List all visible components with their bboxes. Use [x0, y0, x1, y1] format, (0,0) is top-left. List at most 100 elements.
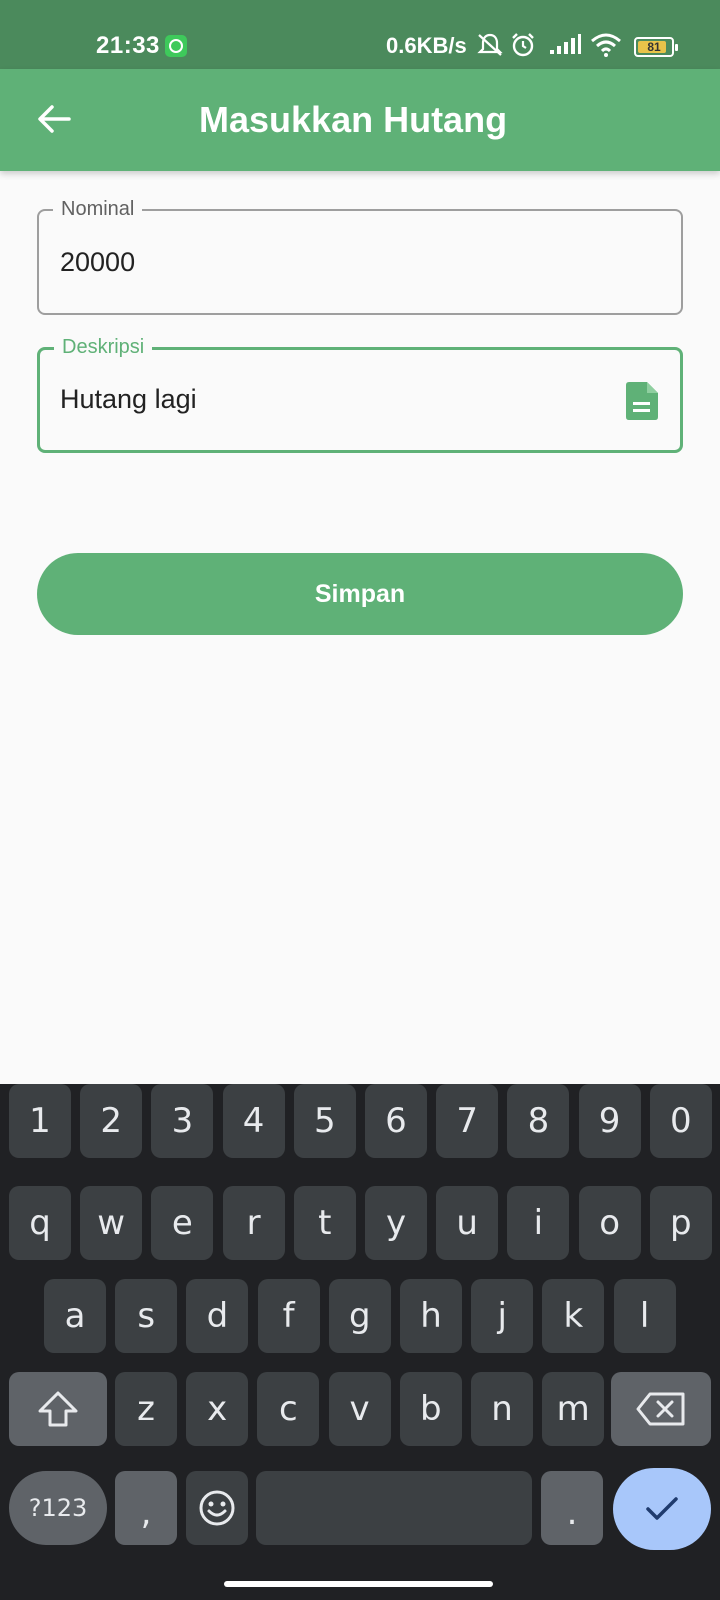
network-speed: 0.6KB/s — [386, 33, 467, 58]
emoji-key[interactable] — [186, 1471, 248, 1545]
key-6-label: 6 — [385, 1101, 407, 1141]
key-z-label: z — [137, 1389, 155, 1429]
key-a-label: a — [64, 1296, 86, 1336]
signal-icon — [550, 34, 581, 54]
key-g-label: g — [349, 1296, 371, 1336]
key-k-label: k — [563, 1296, 584, 1336]
keyboard: 1 2 3 4 5 6 7 8 9 0 q w e r t y u i o p a s d f g h j k l z x c v b n m ?123… — [0, 1084, 720, 1600]
space-key[interactable] — [256, 1471, 532, 1545]
status-time: 21:33 — [96, 32, 160, 59]
key-n[interactable]: n — [471, 1372, 533, 1446]
key-2-label: 2 — [100, 1101, 122, 1141]
symbols-key[interactable]: ?123 — [9, 1471, 107, 1545]
key-0-label: 0 — [669, 1101, 692, 1141]
key-l-label: l — [639, 1296, 650, 1336]
nominal-field[interactable]: Nominal 20000 — [37, 198, 683, 315]
key-y[interactable]: y — [365, 1186, 427, 1260]
key-c[interactable]: c — [257, 1372, 320, 1446]
key-m-label: m — [556, 1389, 590, 1429]
key-4[interactable]: 4 — [222, 1084, 285, 1158]
check-icon — [646, 1497, 678, 1520]
key-6[interactable]: 6 — [365, 1084, 427, 1158]
key-y-label: y — [385, 1203, 407, 1243]
key-w[interactable]: w — [80, 1186, 143, 1260]
key-u-label: u — [456, 1203, 478, 1243]
shift-key[interactable] — [9, 1372, 107, 1446]
key-d-label: d — [206, 1296, 229, 1336]
key-t[interactable]: t — [293, 1186, 356, 1260]
backspace-key[interactable] — [611, 1372, 711, 1446]
key-s[interactable]: s — [115, 1279, 178, 1353]
key-o-label: o — [599, 1203, 620, 1243]
save-button[interactable]: Simpan — [37, 553, 683, 635]
key-h[interactable]: h — [400, 1279, 462, 1353]
key-h-label: h — [420, 1296, 442, 1336]
key-l[interactable]: l — [613, 1279, 676, 1353]
key-2[interactable]: 2 — [80, 1084, 143, 1158]
key-3[interactable]: 3 — [151, 1084, 214, 1158]
status-bar: 21:33 0.6KB/s 81 — [0, 0, 720, 69]
key-r[interactable]: r — [222, 1186, 285, 1260]
page-title: Masukkan Hutang — [199, 99, 508, 140]
key-i[interactable]: i — [507, 1186, 570, 1260]
key-d[interactable]: d — [186, 1279, 249, 1353]
backspace-icon — [636, 1392, 685, 1426]
key-k[interactable]: k — [542, 1279, 605, 1353]
key-a[interactable]: a — [44, 1279, 106, 1353]
key-z[interactable]: z — [115, 1372, 177, 1446]
key-g[interactable]: g — [328, 1279, 391, 1353]
key-3-label: 3 — [171, 1101, 194, 1141]
wifi-icon — [591, 33, 621, 57]
key-5[interactable]: 5 — [293, 1084, 356, 1158]
save-button-label: Simpan — [314, 579, 406, 608]
key-1[interactable]: 1 — [9, 1084, 71, 1158]
comma-key-label: , — [140, 1493, 152, 1533]
key-v-label: v — [349, 1389, 370, 1429]
key-o[interactable]: o — [578, 1186, 641, 1260]
key-r-label: r — [246, 1203, 261, 1243]
alarm-icon — [512, 33, 534, 57]
key-8[interactable]: 8 — [507, 1084, 570, 1158]
key-v[interactable]: v — [328, 1372, 391, 1446]
key-b-label: b — [420, 1389, 442, 1429]
back-button[interactable] — [26, 91, 82, 147]
key-q[interactable]: q — [9, 1186, 71, 1260]
key-x[interactable]: x — [186, 1372, 249, 1446]
key-9[interactable]: 9 — [578, 1084, 641, 1158]
deskripsi-value[interactable]: Hutang lagi — [60, 384, 197, 415]
nominal-value[interactable]: 20000 — [60, 247, 135, 278]
symbols-key-label: ?123 — [28, 1494, 88, 1522]
emoji-icon — [199, 1490, 235, 1526]
key-j[interactable]: j — [471, 1279, 534, 1353]
app-bar: Masukkan Hutang — [0, 69, 720, 171]
key-7[interactable]: 7 — [436, 1084, 499, 1158]
key-e[interactable]: e — [151, 1186, 214, 1260]
nominal-label: Nominal — [53, 198, 143, 221]
period-key[interactable]: . — [541, 1471, 603, 1545]
key-f-label: f — [282, 1296, 295, 1336]
key-c-label: c — [279, 1389, 298, 1429]
key-t-label: t — [318, 1203, 332, 1243]
key-b[interactable]: b — [399, 1372, 462, 1446]
deskripsi-label: Deskripsi — [54, 336, 153, 359]
key-8-label: 8 — [527, 1101, 550, 1141]
comma-key[interactable]: , — [115, 1471, 177, 1545]
key-j-label: j — [497, 1296, 507, 1336]
key-s-label: s — [137, 1296, 156, 1336]
battery-level: 81 — [647, 40, 661, 54]
period-key-label: . — [566, 1493, 578, 1533]
bell-off-icon — [477, 33, 503, 56]
key-0[interactable]: 0 — [649, 1084, 712, 1158]
key-p-label: p — [670, 1203, 692, 1243]
key-9-label: 9 — [598, 1101, 621, 1141]
key-f[interactable]: f — [257, 1279, 320, 1353]
deskripsi-field[interactable]: Deskripsi Hutang lagi — [37, 336, 683, 453]
key-7-label: 7 — [456, 1101, 478, 1141]
key-q-label: q — [29, 1203, 51, 1243]
key-m[interactable]: m — [542, 1372, 605, 1446]
key-u[interactable]: u — [436, 1186, 499, 1260]
home-indicator[interactable] — [224, 1581, 493, 1587]
key-1-label: 1 — [29, 1101, 51, 1141]
key-p[interactable]: p — [649, 1186, 712, 1260]
enter-key[interactable] — [613, 1468, 711, 1550]
